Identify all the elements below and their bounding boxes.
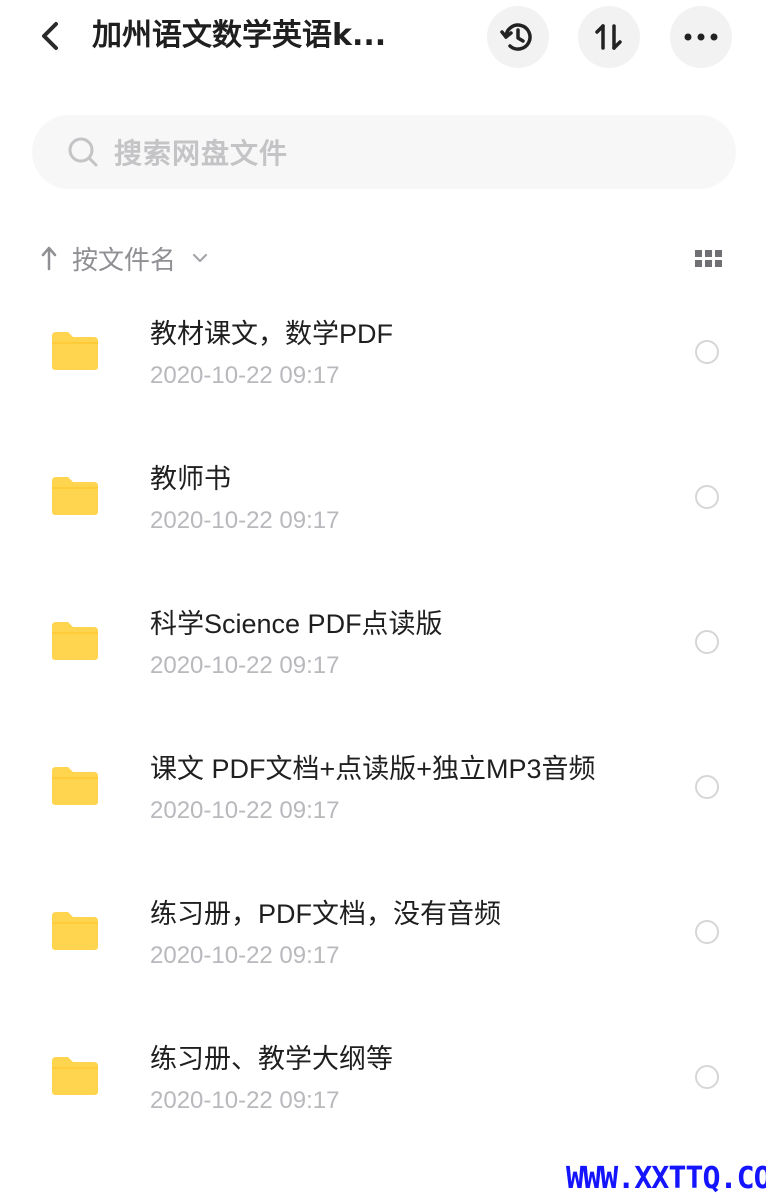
folder-icon [52,477,98,515]
list-item[interactable]: 练习册、教学大纲等 2020-10-22 09:17 [0,1015,766,1155]
file-date: 2020-10-22 09:17 [150,362,340,389]
arrow-up-icon [38,243,60,273]
list-item[interactable]: 课文 PDF文档+点读版+独立MP3音频 2020-10-22 09:17 [0,725,766,865]
history-button[interactable] [487,6,549,68]
file-date: 2020-10-22 09:17 [150,1087,340,1114]
more-dots-icon [684,33,718,41]
search-placeholder: 搜索网盘文件 [114,137,289,170]
list-item[interactable]: 教师书 2020-10-22 09:17 [0,435,766,575]
file-name: 练习册，PDF文档，没有音频 [150,899,501,929]
list-item[interactable]: 教材课文，数学PDF 2020-10-22 09:17 [0,290,766,430]
chevron-left-icon [42,22,58,50]
watermark-text: WWW.XXTTQ.COM [566,1161,766,1196]
select-checkbox[interactable] [695,340,719,364]
sort-bar: 按文件名 [38,236,738,280]
file-date: 2020-10-22 09:17 [150,652,340,679]
chevron-down-icon [190,248,210,268]
list-item[interactable]: 练习册，PDF文档，没有音频 2020-10-22 09:17 [0,870,766,1010]
sort-by-name-dropdown[interactable]: 按文件名 [38,236,210,280]
select-checkbox[interactable] [695,630,719,654]
file-date: 2020-10-22 09:17 [150,797,340,824]
folder-icon [52,912,98,950]
file-browser-page: 加州语文数学英语k... 搜索网盘文件 按文件名 教材课文，数学PDF 2020… [0,0,766,1200]
file-name: 教材课文，数学PDF [150,319,393,349]
history-icon [500,23,532,51]
sort-arrows-icon [595,24,622,50]
search-input[interactable]: 搜索网盘文件 [32,115,736,189]
sort-label: 按文件名 [72,245,177,276]
folder-icon [52,1057,98,1095]
file-date: 2020-10-22 09:17 [150,942,340,969]
file-name: 练习册、教学大纲等 [150,1044,393,1074]
folder-icon [52,767,98,805]
select-checkbox[interactable] [695,485,719,509]
grid-view-icon [695,250,722,267]
search-icon [60,129,106,175]
sort-button[interactable] [578,6,640,68]
file-name: 科学Science PDF点读版 [150,609,443,639]
folder-icon [52,622,98,660]
folder-icon [52,332,98,370]
file-name: 课文 PDF文档+点读版+独立MP3音频 [150,754,596,784]
select-checkbox[interactable] [695,1065,719,1089]
page-title: 加州语文数学英语k... [92,18,387,53]
file-date: 2020-10-22 09:17 [150,507,340,534]
select-checkbox[interactable] [695,775,719,799]
back-button[interactable] [28,14,72,58]
top-bar: 加州语文数学英语k... [0,0,766,76]
grid-view-toggle[interactable] [694,244,724,274]
list-item[interactable]: 科学Science PDF点读版 2020-10-22 09:17 [0,580,766,720]
select-checkbox[interactable] [695,920,719,944]
more-button[interactable] [670,6,732,68]
file-name: 教师书 [150,464,231,494]
